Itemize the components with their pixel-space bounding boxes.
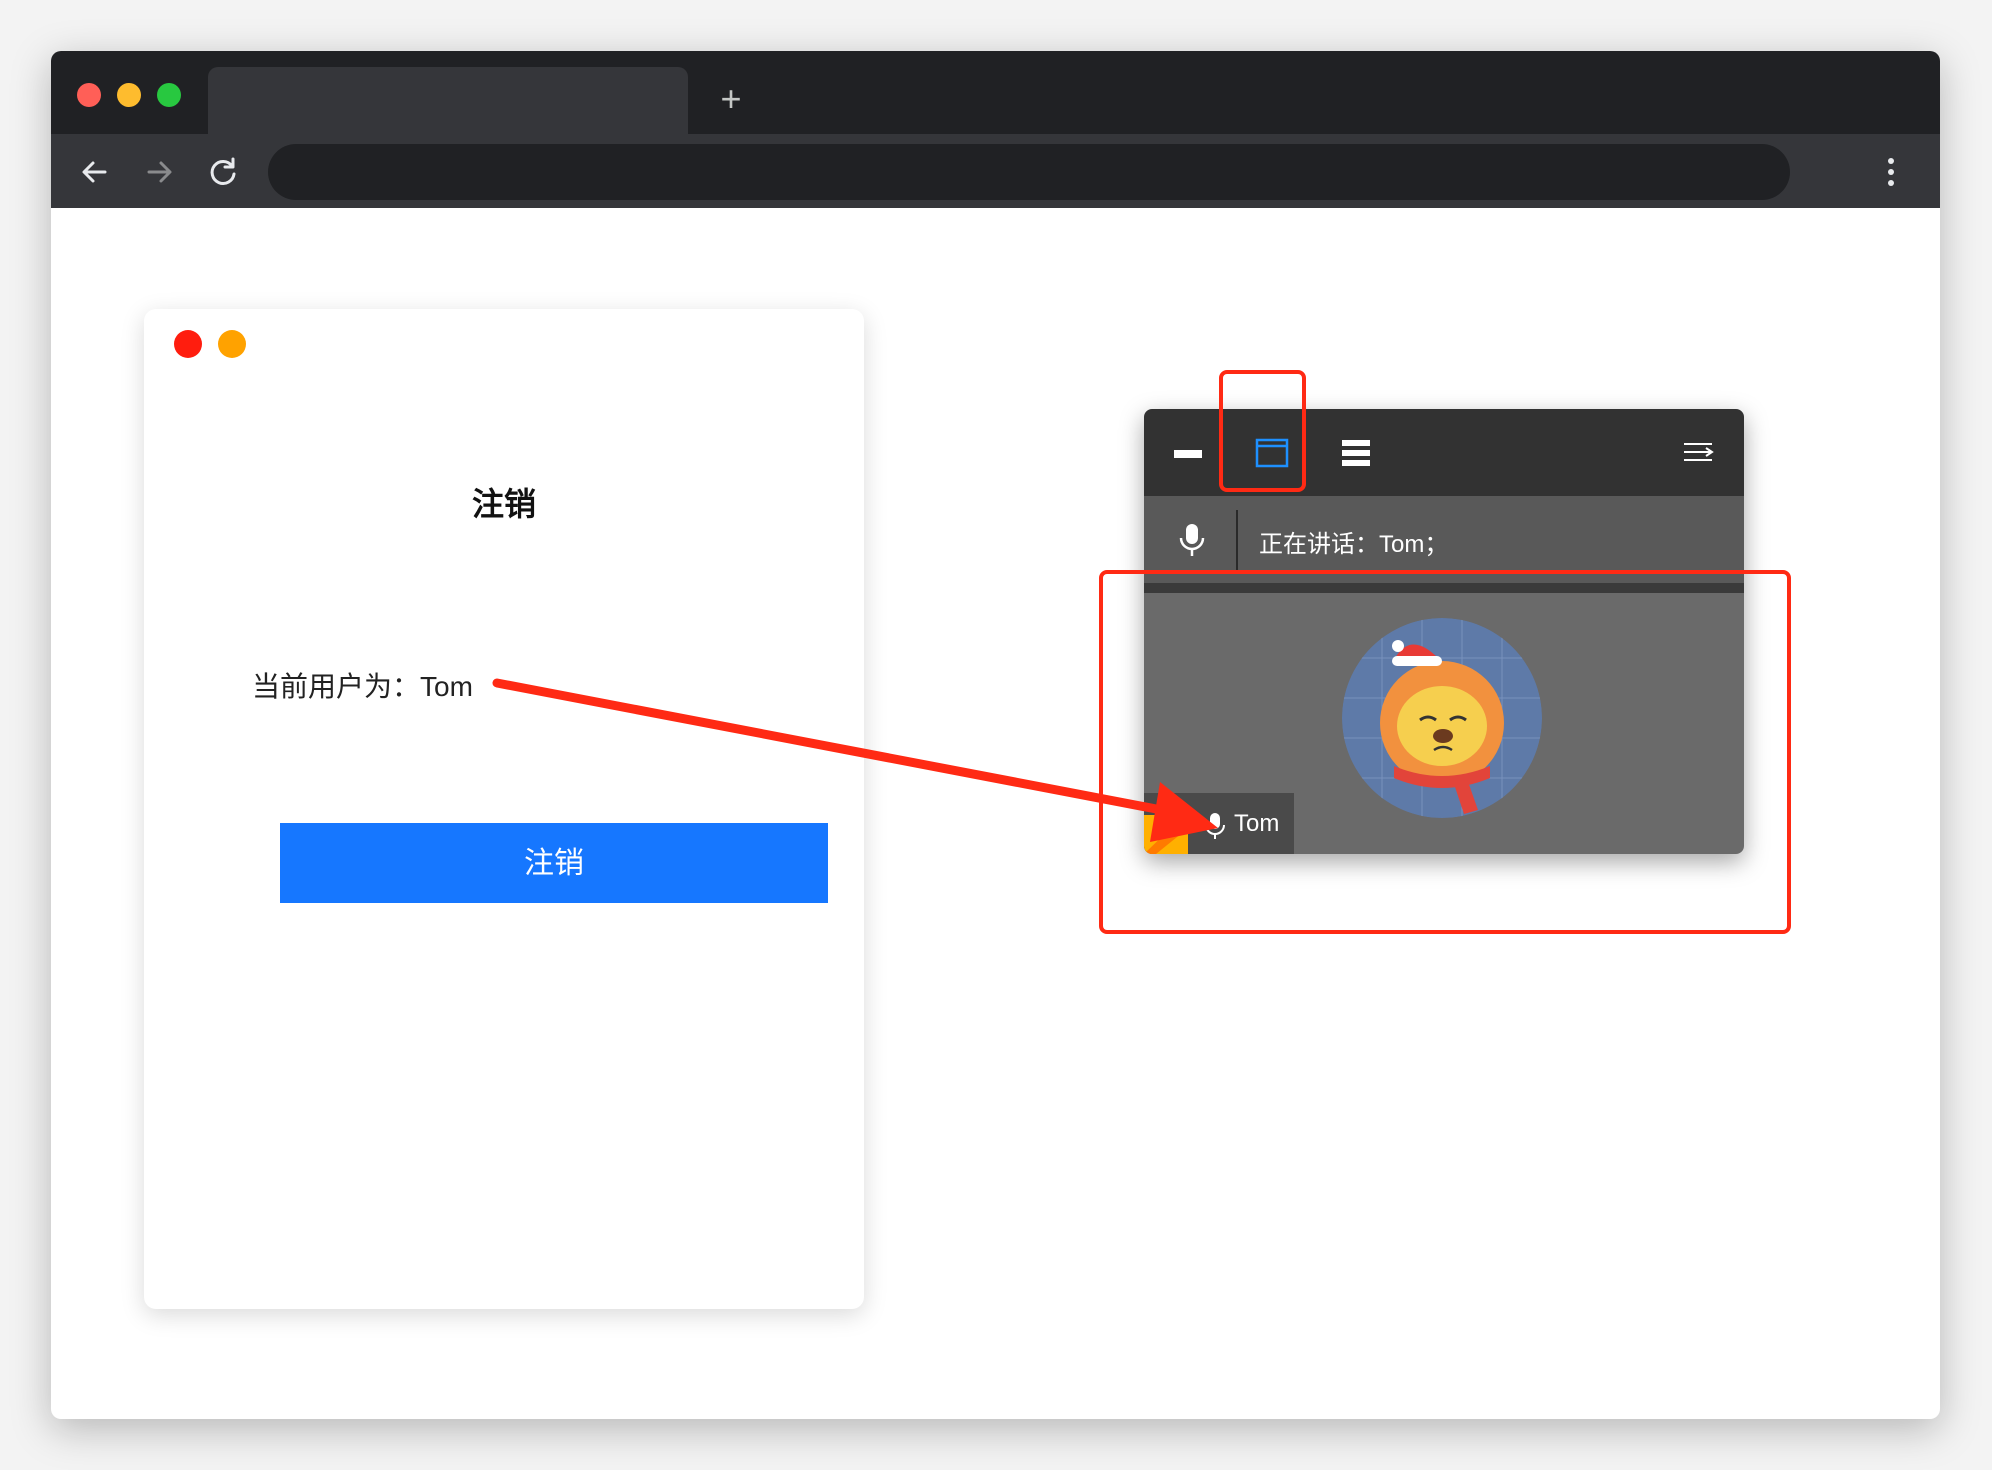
widget-divider bbox=[1144, 583, 1744, 593]
collapse-menu-icon[interactable] bbox=[1676, 431, 1720, 475]
window-close-button[interactable] bbox=[77, 83, 101, 107]
lion-avatar bbox=[1342, 618, 1542, 818]
participant-video: Tom bbox=[1144, 593, 1744, 854]
participant-mic-icon[interactable] bbox=[1202, 811, 1228, 841]
card-minimize-dot[interactable] bbox=[218, 330, 246, 358]
window-minimize-button[interactable] bbox=[117, 83, 141, 107]
speaking-separator bbox=[1236, 510, 1238, 570]
window-mode-icon[interactable] bbox=[1250, 431, 1294, 475]
minimize-icon[interactable] bbox=[1166, 431, 1210, 475]
back-arrow-icon[interactable] bbox=[75, 152, 115, 192]
microphone-icon[interactable] bbox=[1172, 520, 1212, 560]
speaking-bar: 正在讲话：Tom； bbox=[1144, 496, 1744, 583]
page-title: 注销 bbox=[471, 486, 536, 522]
browser-titlebar: + bbox=[51, 51, 1940, 134]
address-bar[interactable] bbox=[268, 144, 1790, 200]
browser-window: + 注销 当前用户为：Tom 注销 正在讲话：Tom； Tom bbox=[51, 51, 1940, 1419]
host-flag-icon bbox=[1144, 815, 1188, 854]
logout-card: 注销 当前用户为：Tom 注销 bbox=[144, 309, 864, 1309]
more-menu-icon[interactable] bbox=[1881, 152, 1901, 192]
list-mode-icon[interactable] bbox=[1334, 431, 1378, 475]
card-close-dot[interactable] bbox=[174, 330, 202, 358]
forward-arrow-icon[interactable] bbox=[139, 152, 179, 192]
logout-button[interactable]: 注销 bbox=[280, 823, 828, 903]
widget-toolbar bbox=[1144, 409, 1744, 496]
participant-name: Tom bbox=[1234, 810, 1280, 837]
current-user-label: 当前用户为：Tom bbox=[252, 671, 473, 702]
window-zoom-button[interactable] bbox=[157, 83, 181, 107]
reload-icon[interactable] bbox=[203, 152, 243, 192]
new-tab-icon[interactable]: + bbox=[711, 79, 751, 119]
browser-tab[interactable] bbox=[208, 67, 688, 134]
browser-toolbar bbox=[51, 134, 1940, 208]
speaking-status: 正在讲话：Tom； bbox=[1259, 531, 1449, 558]
meeting-widget: 正在讲话：Tom； Tom bbox=[1144, 409, 1744, 854]
participant-name-tag: Tom bbox=[1144, 793, 1294, 854]
